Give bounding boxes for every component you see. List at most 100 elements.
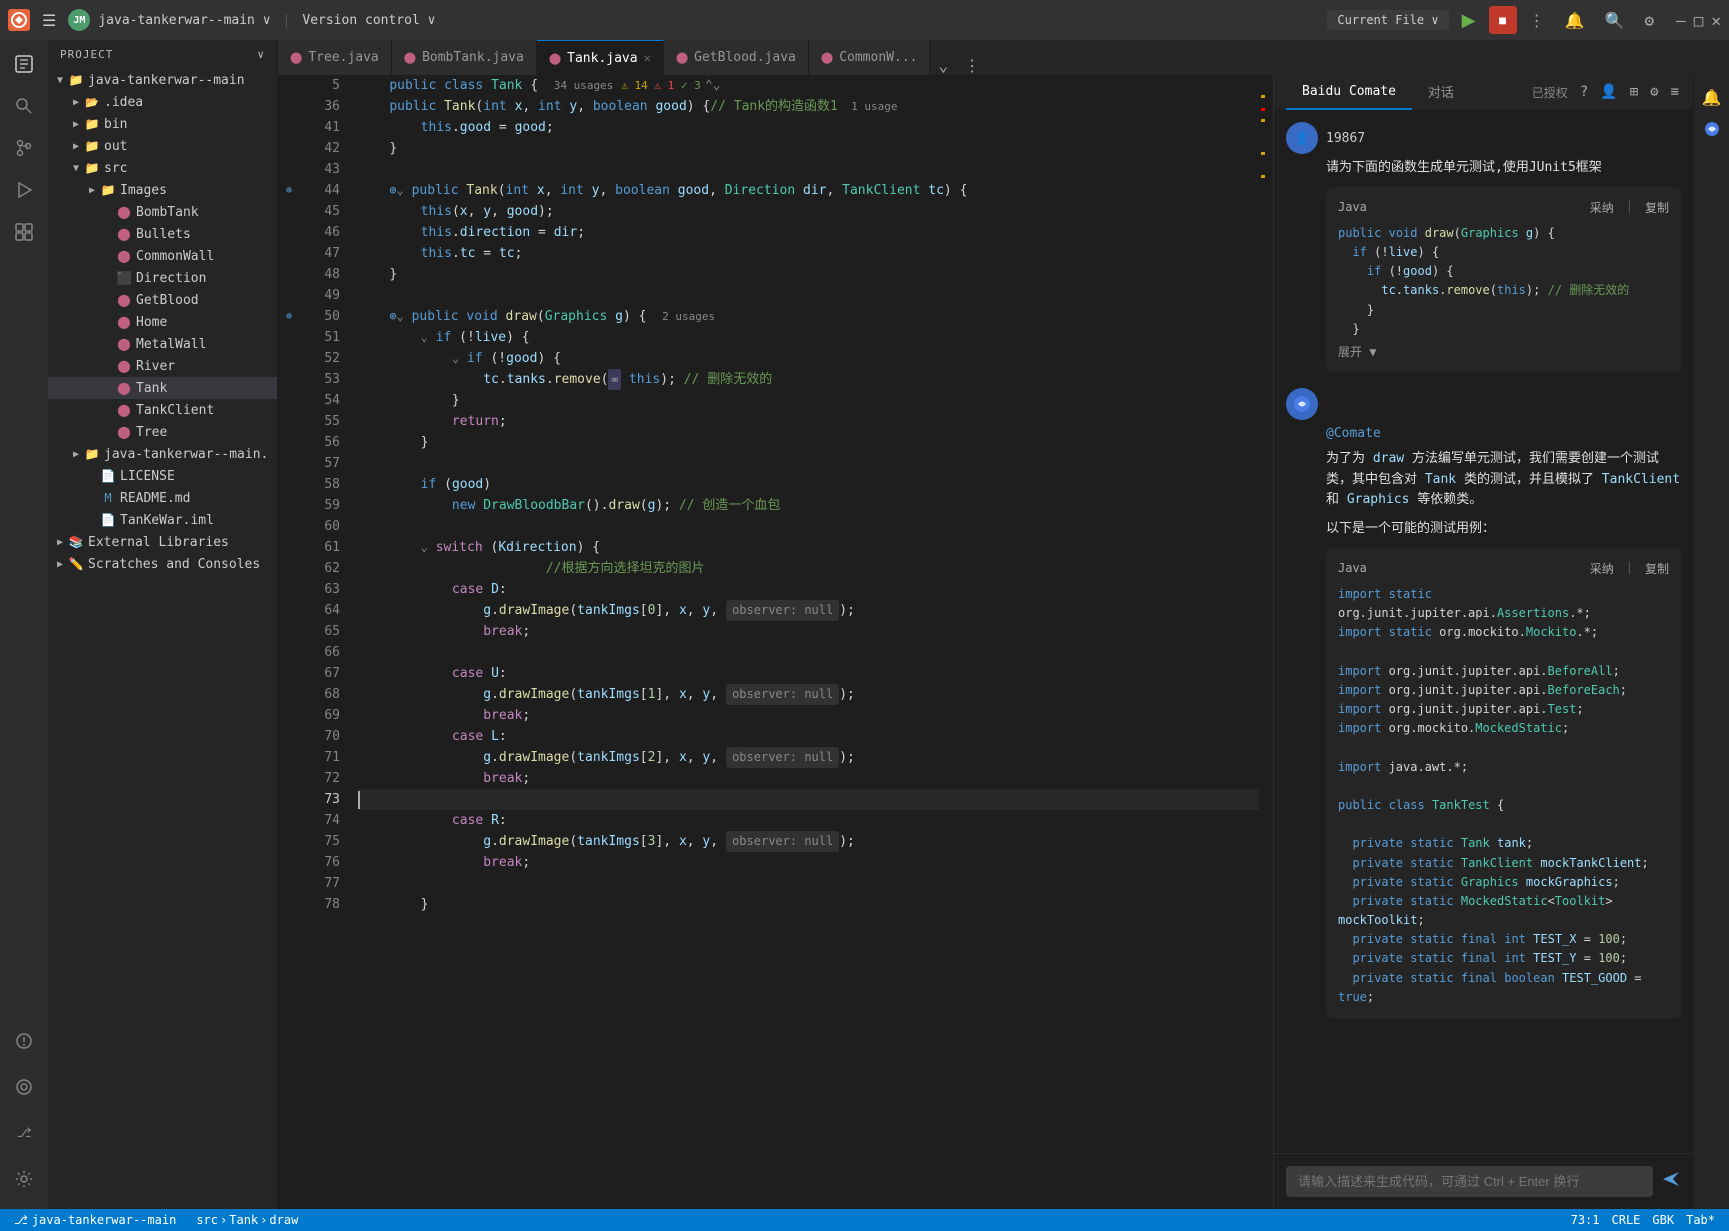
rpanel-layout-icon[interactable]: ⊞ xyxy=(1628,82,1640,103)
java-icon: ⬤ xyxy=(116,226,132,242)
tab-commonwall[interactable]: ⬤ CommonW... xyxy=(809,40,931,75)
tree-item-license[interactable]: 📄 LICENSE xyxy=(48,465,277,487)
tree-item-bullets[interactable]: ⬤ Bullets xyxy=(48,223,277,245)
activity-bar: ⎇ xyxy=(0,40,48,1209)
minimize-button[interactable]: — xyxy=(1676,11,1686,30)
fold-indicator[interactable] xyxy=(278,75,300,96)
tree-item-readme[interactable]: M README.md xyxy=(48,487,277,509)
tab-getblood[interactable]: ⬤ GetBlood.java xyxy=(664,40,809,75)
main-layout: ⎇ Project ∨ ▼ 📁 java-tankerwar--main ▶ 📂… xyxy=(0,40,1729,1209)
stop-button[interactable]: ■ xyxy=(1489,6,1517,34)
rpanel-tab-conversation[interactable]: 对话 xyxy=(1412,75,1470,110)
rpanel-settings-icon[interactable]: ⚙ xyxy=(1648,82,1660,103)
tree-label: out xyxy=(104,139,127,154)
rpanel-user-icon[interactable]: 👤 xyxy=(1598,82,1619,103)
tree-label: Bullets xyxy=(136,227,191,242)
tree-item-home[interactable]: ⬤ Home xyxy=(48,311,277,333)
tree-item-bombtank[interactable]: ⬤ BombTank xyxy=(48,201,277,223)
chat-send-button[interactable] xyxy=(1661,1169,1681,1194)
status-charset[interactable]: GBK xyxy=(1646,1209,1680,1231)
version-control[interactable]: Version control ∨ xyxy=(302,13,435,28)
activity-debug[interactable] xyxy=(4,1067,44,1107)
tree-item-images[interactable]: ▶ 📁 Images xyxy=(48,179,277,201)
tree-item-root[interactable]: ▼ 📁 java-tankerwar--main xyxy=(48,69,277,91)
fold-indicator-2[interactable]: ⊕ xyxy=(278,180,300,201)
activity-settings[interactable] xyxy=(4,1159,44,1199)
tab-tank[interactable]: ⬤ Tank.java ✕ xyxy=(537,40,664,75)
tree-item-scratches[interactable]: ▶ ✏️ Scratches and Consoles xyxy=(48,553,277,575)
tree-item-iml[interactable]: 📄 TanKeWar.iml xyxy=(48,509,277,531)
copy-button[interactable]: 复制 xyxy=(1645,199,1669,216)
run-button[interactable]: ▶ xyxy=(1455,6,1483,34)
settings-titlebar-icon[interactable]: ⚙ xyxy=(1638,7,1660,34)
expand-button[interactable]: 展开 ▼ xyxy=(1338,343,1669,360)
status-position[interactable]: 73:1 xyxy=(1565,1209,1606,1231)
code-line-current[interactable] xyxy=(358,789,1259,810)
activity-search[interactable] xyxy=(4,86,44,126)
editor-content: ⊕ ⊕ 5 36 41 42 43 44 45 46 xyxy=(278,75,1729,1209)
tree-item-direction[interactable]: ⬛ Direction xyxy=(48,267,277,289)
chat-code-actions: 采纳 | 复制 xyxy=(1590,199,1669,216)
adopt-button[interactable]: 采纳 xyxy=(1590,199,1614,216)
more-actions-icon[interactable]: ⋮ xyxy=(1523,7,1551,34)
notifications-icon[interactable]: 🔔 xyxy=(1559,7,1591,34)
status-left: ⎇ java-tankerwar--main src › Tank › draw xyxy=(8,1209,304,1231)
close-button[interactable]: ✕ xyxy=(1711,11,1721,30)
tree-item-tank[interactable]: ⬤ Tank xyxy=(48,377,277,399)
code-line xyxy=(358,159,1259,180)
fold-indicator-3[interactable]: ⊕ xyxy=(278,306,300,327)
block-copy-button[interactable]: 复制 xyxy=(1645,560,1669,577)
activity-run[interactable] xyxy=(4,170,44,210)
status-encoding[interactable]: CRLE xyxy=(1606,1209,1647,1231)
tree-item-getblood[interactable]: ⬤ GetBlood xyxy=(48,289,277,311)
code-line: tc.tanks.remove( ∞ this); // 删除无效的 xyxy=(358,369,1259,390)
tree-item-commonwall[interactable]: ⬤ CommonWall xyxy=(48,245,277,267)
rpanel-menu-icon[interactable]: ≡ xyxy=(1669,82,1681,103)
tree-label: Tank xyxy=(136,381,167,396)
tree-item-src[interactable]: ▼ 📁 src xyxy=(48,157,277,179)
project-name[interactable]: java-tankerwar--main ∨ xyxy=(98,13,270,28)
activity-vcs[interactable] xyxy=(4,128,44,168)
tree-item-tree[interactable]: ⬤ Tree xyxy=(48,421,277,443)
rpanel-tab-baidu[interactable]: Baidu Comate xyxy=(1286,75,1412,110)
menu-icon[interactable]: ☰ xyxy=(38,7,60,34)
activity-extensions[interactable] xyxy=(4,212,44,252)
comate-icon[interactable] xyxy=(1698,115,1726,143)
code-line: ⊕ ⌄ public void draw(Graphics g) { 2 usa… xyxy=(358,306,1259,327)
block-adopt-button[interactable]: 采纳 xyxy=(1590,560,1614,577)
code-line: } xyxy=(358,432,1259,453)
notifications-right-icon[interactable]: 🔔 xyxy=(1698,83,1726,111)
search-titlebar-icon[interactable]: 🔍 xyxy=(1599,7,1631,34)
tree-item-bin[interactable]: ▶ 📁 bin xyxy=(48,113,277,135)
status-branch[interactable]: ⎇ java-tankerwar--main xyxy=(8,1209,182,1231)
maximize-button[interactable]: □ xyxy=(1694,11,1704,30)
current-file-selector[interactable]: Current File ∨ xyxy=(1327,10,1448,30)
status-tab[interactable]: Tab* xyxy=(1680,1209,1721,1231)
tree-item-metalwall[interactable]: ⬤ MetalWall xyxy=(48,333,277,355)
tab-tree[interactable]: ⬤ Tree.java xyxy=(278,40,392,75)
activity-git[interactable]: ⎇ xyxy=(4,1113,44,1153)
tree-item-idea[interactable]: ▶ 📂 .idea xyxy=(48,91,277,113)
tree-label: TankClient xyxy=(136,403,214,418)
tab-close-icon[interactable]: ✕ xyxy=(644,51,651,65)
folder-icon: 📁 xyxy=(84,138,100,154)
right-icon-bar: 🔔 xyxy=(1693,75,1729,1209)
tree-label: GetBlood xyxy=(136,293,199,308)
tree-item-extlibs[interactable]: ▶ 📚 External Libraries xyxy=(48,531,277,553)
tree-label: README.md xyxy=(120,491,190,506)
status-breadcrumb[interactable]: src › Tank › draw xyxy=(190,1209,304,1231)
tabs-more-icon[interactable]: ⋮ xyxy=(956,56,988,75)
editor-scrollbar[interactable] xyxy=(1259,75,1273,1209)
tree-item-sub[interactable]: ▶ 📁 java-tankerwar--main. xyxy=(48,443,277,465)
tab-bombtank[interactable]: ⬤ BombTank.java xyxy=(392,40,537,75)
rpanel-help-icon[interactable]: ? xyxy=(1578,82,1590,103)
code-line: case U: xyxy=(358,663,1259,684)
activity-problems[interactable] xyxy=(4,1021,44,1061)
tree-item-out[interactable]: ▶ 📁 out xyxy=(48,135,277,157)
chat-input[interactable] xyxy=(1286,1166,1653,1197)
tree-item-river[interactable]: ⬤ River xyxy=(48,355,277,377)
tree-item-tankclient[interactable]: ⬤ TankClient xyxy=(48,399,277,421)
tabs-overflow-icon[interactable]: ⌄ xyxy=(930,56,956,75)
code-content[interactable]: public class Tank { 34 usages ⚠ 14 ⚠ 1 ✓… xyxy=(350,75,1259,1209)
activity-explorer[interactable] xyxy=(4,44,44,84)
